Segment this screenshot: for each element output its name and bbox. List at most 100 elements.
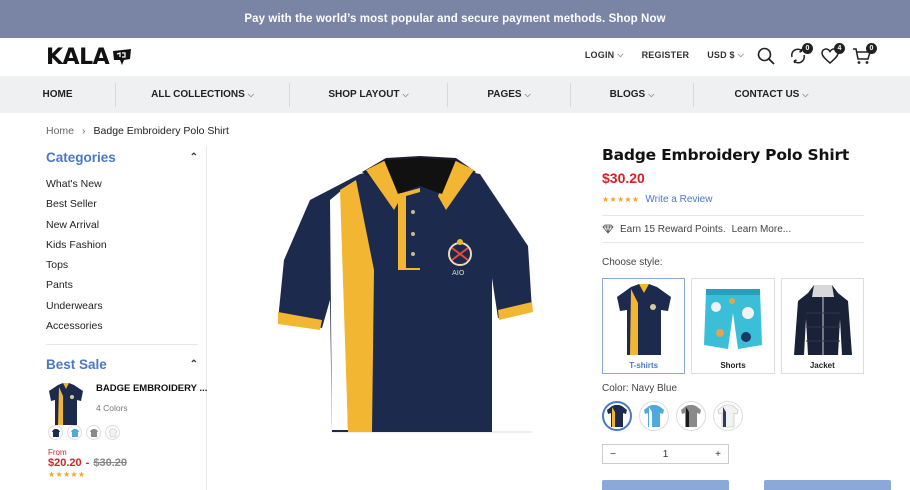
reward-row: Earn 15 Reward Points. Learn More... (602, 216, 864, 242)
category-item[interactable]: Best Seller (46, 194, 198, 214)
best-sale-info: BADGE EMBROIDERY ... 4 Colors From $20.2… (48, 381, 207, 479)
learn-more-link[interactable]: Learn More... (732, 224, 791, 235)
chevron-right-icon: › (82, 125, 86, 137)
category-item[interactable]: New Arrival (46, 215, 198, 235)
nav-label: HOME (42, 89, 73, 100)
promo-bar[interactable]: Pay with the world’s most popular and se… (0, 0, 910, 38)
category-item[interactable]: Kids Fashion (46, 235, 198, 255)
polo-shirt-icon (681, 405, 701, 427)
nav-label: ALL COLLECTIONS (151, 89, 245, 100)
currency-select[interactable]: USD $ ⌵ (707, 50, 744, 60)
color-swatch-grey[interactable] (86, 425, 101, 441)
chevron-up-icon: ⌃ (189, 151, 198, 163)
chevron-down-icon: ⌵ (648, 89, 655, 99)
color-option-sky-blue[interactable] (639, 401, 669, 431)
add-to-wishlist-button[interactable] (764, 480, 891, 490)
color-option-white[interactable] (713, 401, 743, 431)
color-swatch-sky-blue[interactable] (67, 425, 82, 441)
category-item[interactable]: Tops (46, 255, 198, 275)
promo-text[interactable]: Pay with the world’s most popular and se… (244, 13, 665, 25)
nav-label: CONTACT US (734, 89, 800, 100)
header-icons: 0 4 0 (756, 43, 877, 66)
nav-all-collections[interactable]: ALL COLLECTIONS ⌵ (116, 76, 289, 113)
product-info: Badge Embroidery Polo Shirt $30.20 ★★★★★… (602, 146, 864, 464)
nav-blogs[interactable]: BLOGS ⌵ (571, 76, 693, 113)
divider (602, 242, 864, 243)
best-sale-header[interactable]: Best Sale ⌃ (46, 355, 198, 373)
logo-text: KALA (46, 44, 110, 70)
nav-label: PAGES (487, 89, 522, 100)
search-icon[interactable] (756, 46, 776, 66)
site-header: KALA LOGIN ⌵ REGISTER USD $ ⌵ 0 4 0 (0, 38, 910, 76)
categories-header[interactable]: Categories ⌃ (46, 148, 198, 166)
star-rating: ★★★★★ (602, 195, 640, 204)
header-links: LOGIN ⌵ REGISTER USD $ ⌵ (585, 50, 744, 60)
color-swatch-navy[interactable] (48, 425, 63, 441)
add-to-cart-button[interactable] (602, 480, 729, 490)
quantity-stepper: − 1 + (602, 444, 729, 464)
heart-icon[interactable]: 4 (820, 43, 845, 66)
diamond-icon (602, 224, 614, 234)
color-options (602, 401, 864, 431)
product-main-image[interactable]: AIO (270, 150, 542, 436)
chevron-down-icon: ⌵ (247, 89, 254, 99)
breadcrumb-home[interactable]: Home (46, 125, 74, 137)
chevron-down-icon: ⌵ (402, 89, 409, 99)
polo-shirt-icon (644, 405, 664, 427)
style-option-tshirts[interactable]: T-shirts (602, 278, 686, 374)
best-sale-title: Best Sale (46, 356, 107, 372)
compare-icon[interactable]: 0 (788, 43, 813, 66)
nav-shop-layout[interactable]: SHOP LAYOUT ⌵ (290, 76, 447, 113)
color-option-grey[interactable] (676, 401, 706, 431)
nav-home[interactable]: HOME (0, 76, 115, 113)
color-option-navy-blue[interactable] (602, 401, 632, 431)
category-item[interactable]: What's New (46, 174, 198, 194)
qty-plus-button[interactable]: + (708, 449, 728, 460)
polo-shirt-icon (607, 405, 627, 427)
register-link[interactable]: REGISTER (642, 50, 690, 60)
chevron-down-icon: ⌵ (617, 50, 624, 59)
price-dash: - (85, 457, 90, 470)
original-price: $30.20 (93, 457, 127, 470)
cart-icon[interactable]: 0 (852, 43, 877, 66)
cart-count-badge: 0 (866, 43, 877, 54)
login-label: LOGIN (584, 50, 615, 60)
logo[interactable]: KALA (46, 44, 133, 70)
chevron-up-icon: ⌃ (189, 358, 198, 370)
style-option-shorts[interactable]: Shorts (691, 278, 775, 374)
login-link[interactable]: LOGIN ⌵ (585, 50, 624, 60)
chevron-down-icon: ⌵ (802, 89, 809, 99)
best-sale-swatches (48, 425, 207, 441)
nav-label: BLOGS (609, 89, 646, 100)
qty-minus-button[interactable]: − (603, 449, 623, 460)
best-sale-name[interactable]: BADGE EMBROIDERY ... (96, 383, 207, 394)
style-option-jacket[interactable]: Jacket (780, 278, 864, 374)
write-review-link[interactable]: Write a Review (645, 194, 712, 205)
breadcrumb-current: Badge Embroidery Polo Shirt (93, 125, 229, 137)
chevron-down-icon: ⌵ (524, 89, 531, 99)
chevron-down-icon: ⌵ (737, 50, 744, 59)
product-title: Badge Embroidery Polo Shirt (602, 146, 850, 164)
sidebar: Categories ⌃ What's New Best Seller New … (46, 148, 207, 479)
category-item[interactable]: Underwears (46, 296, 198, 316)
star-rating: ★★★★★ (48, 470, 86, 480)
jacket-image (793, 285, 852, 355)
category-item[interactable]: Pants (46, 275, 198, 295)
category-item[interactable]: Accessories (46, 316, 198, 336)
tshirt-image (617, 284, 671, 355)
polo-shirt-thumbnail[interactable] (46, 381, 86, 427)
style-options: T-shirts Shorts Jacket (602, 278, 864, 374)
divider (46, 344, 198, 346)
nav-contact-us[interactable]: CONTACT US ⌵ (694, 76, 849, 113)
nav-pages[interactable]: PAGES ⌵ (448, 76, 570, 113)
quantity-input[interactable]: 1 (623, 449, 708, 460)
color-swatch-white[interactable] (105, 425, 120, 441)
register-label: REGISTER (641, 50, 690, 60)
color-label: Color: Navy Blue (602, 383, 678, 394)
price-from-label: From (48, 448, 67, 458)
best-sale-item[interactable]: BADGE EMBROIDERY ... 4 Colors From $20.2… (46, 381, 207, 479)
category-list: What's New Best Seller New Arrival Kids … (46, 174, 198, 336)
main-nav: HOME ALL COLLECTIONS ⌵ SHOP LAYOUT ⌵ PAG… (0, 76, 910, 113)
best-sale-price: $20.20 - $30.20 (48, 457, 207, 469)
style-label: T-shirts (629, 361, 659, 370)
